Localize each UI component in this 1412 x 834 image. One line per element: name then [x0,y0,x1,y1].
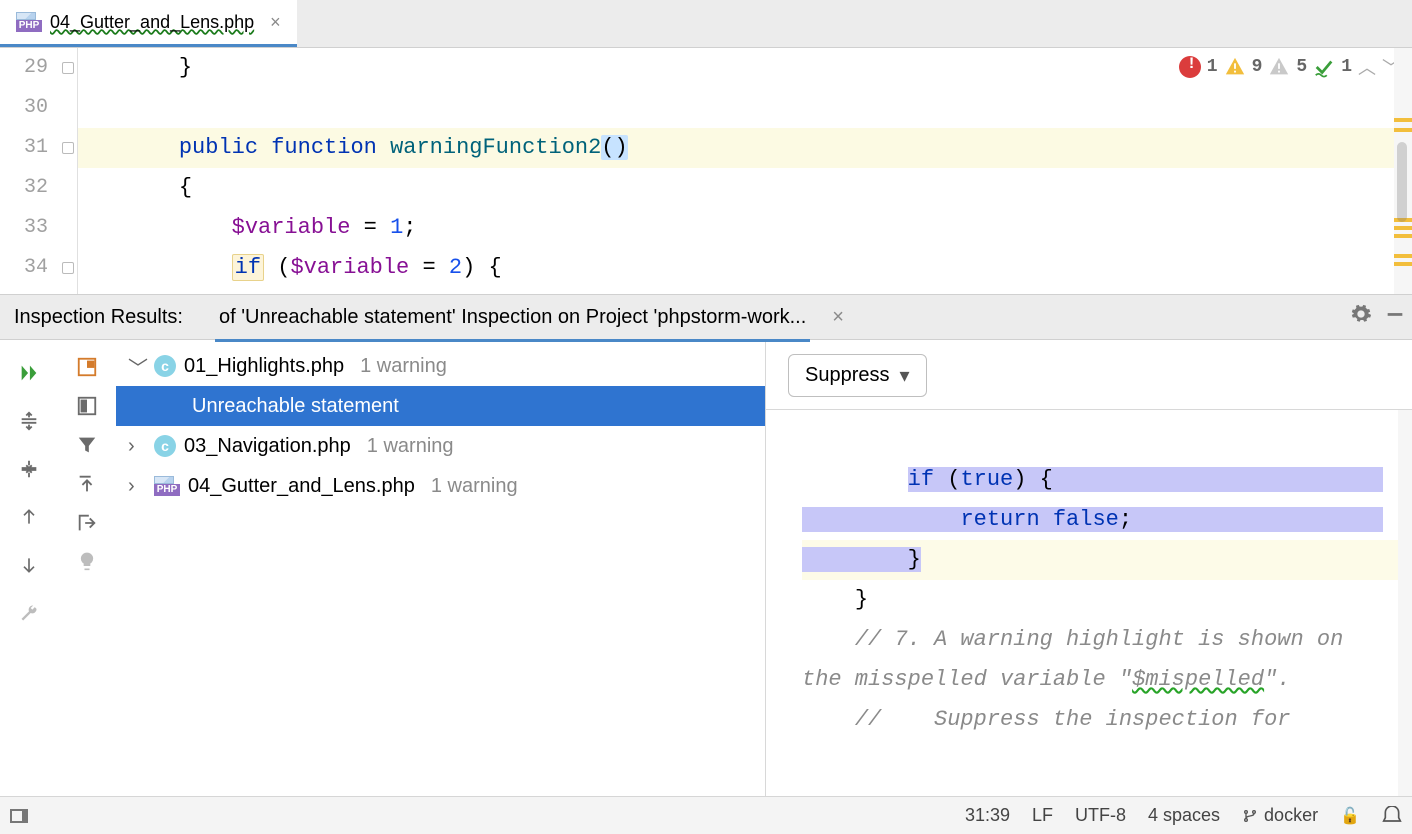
branch-icon [1242,808,1258,824]
close-crumb-icon[interactable]: × [832,306,844,329]
tool-window-icon[interactable] [10,809,28,823]
php-file-icon: PHP [154,476,180,496]
export-icon[interactable] [76,512,98,537]
line-number: 29 [0,48,48,88]
indent-setting[interactable]: 4 spaces [1148,805,1220,826]
file-tab[interactable]: PHP 04_Gutter_and_Lens.php × [0,0,297,47]
minimize-icon[interactable] [1384,303,1406,331]
git-branch[interactable]: docker [1242,805,1318,826]
scrollbar-thumb[interactable] [1397,142,1407,222]
preview-pane: Suppress ▾ if (true) { return false; } }… [766,340,1412,796]
fold-handle[interactable] [58,248,77,288]
typo-check-icon [1313,56,1335,78]
line-number: 31 [0,128,48,168]
tree-problem-row[interactable]: Unreachable statement [116,386,765,426]
code-content[interactable]: } public function warningFunction2() { $… [78,48,1412,294]
warning-icon [1224,56,1246,78]
line-separator[interactable]: LF [1032,805,1053,826]
tool-column-1 [0,340,58,796]
next-icon[interactable] [12,548,46,582]
lock-icon[interactable]: 🔓 [1340,806,1360,826]
chevron-down-icon: ﹀ [128,352,146,381]
inspection-panel-header: Inspection Results: of 'Unreachable stat… [0,294,1412,340]
class-file-icon: c [154,435,176,457]
close-tab-icon[interactable]: × [270,12,281,33]
notifications-icon[interactable] [1382,806,1402,826]
tree-file-row[interactable]: › PHP 04_Gutter_and_Lens.php 1 warning [116,466,765,506]
rerun-icon[interactable] [12,356,46,390]
class-file-icon: c [154,355,176,377]
prev-icon[interactable] [12,500,46,534]
gear-icon[interactable] [1350,303,1372,331]
tab-filename: 04_Gutter_and_Lens.php [50,12,254,33]
error-icon [1179,56,1201,78]
collapse-all-icon[interactable] [12,452,46,486]
file-encoding[interactable]: UTF-8 [1075,805,1126,826]
panel-title: Inspection Results: [14,306,203,329]
line-number: 32 [0,168,48,208]
fold-handle[interactable] [58,128,77,168]
export-top-icon[interactable] [76,473,98,498]
panel-crumb[interactable]: of 'Unreachable statement' Inspection on… [215,294,810,341]
prev-highlight-icon[interactable]: ︿ [1358,54,1376,80]
line-gutter: 29 30 31 32 33 34 [0,48,58,294]
line-number: 30 [0,88,48,128]
suppress-button[interactable]: Suppress ▾ [788,354,927,397]
code-editor[interactable]: 29 30 31 32 33 34 } public function warn… [0,48,1412,294]
fold-handle[interactable] [58,48,77,88]
expand-all-icon[interactable] [12,404,46,438]
weak-warning-icon [1268,56,1290,78]
autoscroll-icon[interactable] [76,395,98,420]
editor-tabs: PHP 04_Gutter_and_Lens.php × [0,0,1412,48]
chevron-right-icon: › [128,475,146,498]
php-file-icon: PHP [16,12,42,32]
fold-column [58,48,78,294]
tree-file-row[interactable]: › c 03_Navigation.php 1 warning [116,426,765,466]
tree-file-row[interactable]: ﹀ c 01_Highlights.php 1 warning [116,346,765,386]
line-number: 34 [0,248,48,288]
group-by-icon[interactable] [76,356,98,381]
chevron-down-icon: ▾ [900,363,910,388]
inspection-tree[interactable]: ﹀ c 01_Highlights.php 1 warning Unreacha… [116,340,766,796]
line-number: 33 [0,208,48,248]
status-bar: 31:39 LF UTF-8 4 spaces docker 🔓 [0,796,1412,834]
inspection-panel: ﹀ c 01_Highlights.php 1 warning Unreacha… [0,340,1412,796]
preview-code[interactable]: if (true) { return false; } } // 7. A wa… [766,410,1412,796]
chevron-right-icon: › [128,435,146,458]
wrench-icon[interactable] [12,596,46,630]
bulb-icon[interactable] [77,551,97,574]
error-stripe[interactable] [1394,48,1412,294]
caret-position[interactable]: 31:39 [965,805,1010,826]
preview-scrollbar[interactable] [1398,410,1412,796]
tool-column-2 [58,340,116,796]
inspection-summary[interactable]: 1 9 5 1 ︿ ﹀ [1179,54,1400,80]
filter-icon[interactable] [76,434,98,459]
preview-toolbar: Suppress ▾ [766,340,1412,410]
